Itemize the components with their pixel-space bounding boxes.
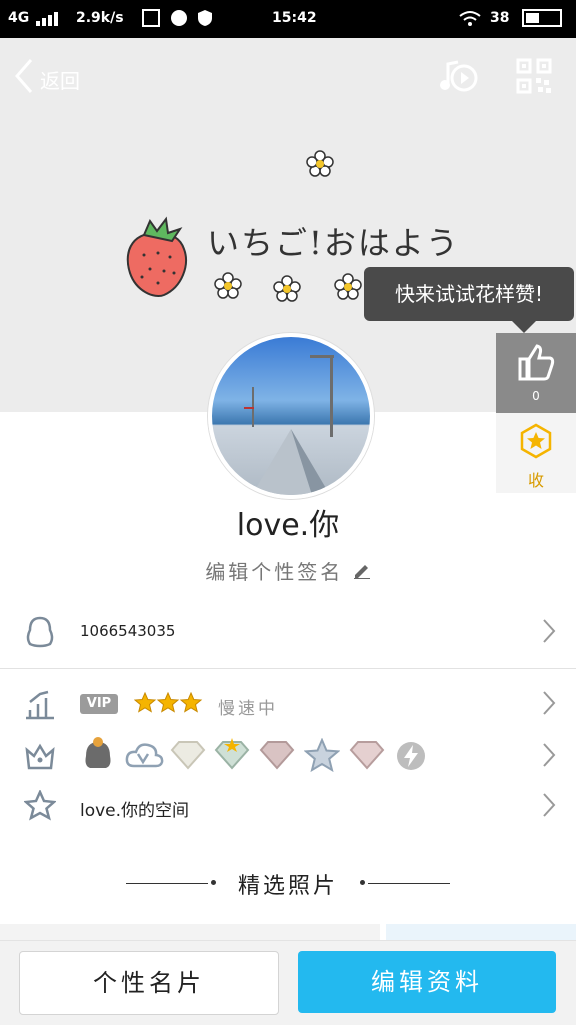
clock: 15:42 — [272, 10, 317, 26]
like-tooltip: 快来试试花样赞! — [364, 267, 574, 333]
divider — [0, 668, 576, 669]
penguin-badge-icon — [80, 736, 116, 776]
dot — [360, 880, 365, 885]
personal-card-label: 个性名片 — [93, 969, 205, 997]
chevron-right-icon — [542, 618, 556, 644]
vip-badge: VIP — [80, 694, 118, 714]
photo-thumbnail[interactable] — [0, 924, 380, 940]
collect-button[interactable]: 收 — [496, 413, 576, 493]
star-icon — [133, 691, 204, 718]
lightning-badge-icon — [394, 740, 428, 776]
signal-icon — [36, 12, 62, 30]
vip-status: 慢速中 — [218, 699, 278, 719]
diamond-icon — [349, 740, 385, 774]
music-icon — [440, 60, 478, 92]
network-indicator: 4G — [8, 10, 30, 26]
diamond-icon — [170, 740, 206, 774]
growth-chart-icon — [24, 688, 56, 720]
wifi-icon — [458, 10, 482, 30]
edit-signature-button[interactable]: 编辑个性签名 — [0, 556, 576, 585]
star-badge-icon — [496, 423, 576, 463]
star-badge-icon — [303, 737, 341, 776]
flower-icon — [334, 273, 362, 305]
penguin-icon — [24, 616, 56, 648]
diamond-icon — [214, 738, 250, 774]
pencil-icon — [353, 560, 371, 584]
personal-card-button[interactable]: 个性名片 — [19, 951, 279, 1015]
flower-icon — [214, 272, 242, 304]
network-speed: 2.9k/s — [76, 10, 124, 26]
photo-thumbnail[interactable] — [386, 924, 576, 940]
thumbs-up-icon — [496, 343, 576, 385]
flower-icon — [273, 275, 301, 307]
message-icon — [170, 9, 188, 31]
tooltip-text: 快来试试花样赞! — [394, 282, 544, 306]
status-bar: 4G 2.9k/s 15:42 38 — [0, 0, 576, 38]
back-button[interactable]: 返回 — [14, 58, 80, 100]
featured-photos-title: 精选照片 — [237, 874, 338, 899]
divider — [368, 883, 450, 884]
edit-profile-label: 编辑资料 — [371, 968, 483, 996]
qq-number-row[interactable]: 1066543035 — [0, 602, 576, 662]
like-count: 0 — [532, 389, 540, 403]
qzone-row[interactable]: love.你的空间 — [0, 776, 576, 836]
flower-icon — [306, 150, 334, 182]
chevron-left-icon — [14, 58, 34, 100]
crown-icon — [24, 740, 56, 772]
cloud-vip-icon — [124, 740, 164, 774]
edit-profile-button[interactable]: 编辑资料 — [298, 951, 556, 1013]
chevron-right-icon — [542, 742, 556, 768]
vip-row[interactable]: VIP 慢速中 — [0, 674, 576, 734]
qr-code-button[interactable] — [516, 58, 552, 98]
music-play-button[interactable] — [438, 58, 478, 100]
diamond-icon — [259, 740, 295, 774]
strawberry-icon — [124, 215, 190, 299]
avatar[interactable] — [208, 333, 374, 499]
collect-label: 收 — [527, 471, 544, 490]
space-star-icon — [22, 788, 58, 822]
space-title: love.你的空间 — [80, 801, 190, 821]
banner-text: いちご!おはよう — [207, 224, 460, 262]
avatar-image — [244, 355, 334, 495]
screenshot-icon — [142, 9, 160, 31]
signature-text: 编辑个性签名 — [205, 560, 344, 584]
battery-icon — [522, 9, 564, 31]
qr-code-icon — [516, 58, 552, 94]
back-label: 返回 — [40, 68, 80, 93]
chevron-right-icon — [542, 792, 556, 818]
chevron-right-icon — [542, 690, 556, 716]
shield-icon — [196, 9, 214, 31]
qq-number: 1066543035 — [80, 622, 176, 640]
like-button[interactable]: 0 — [496, 333, 576, 413]
battery-percent: 38 — [490, 10, 510, 26]
username: love.你 — [236, 508, 340, 543]
